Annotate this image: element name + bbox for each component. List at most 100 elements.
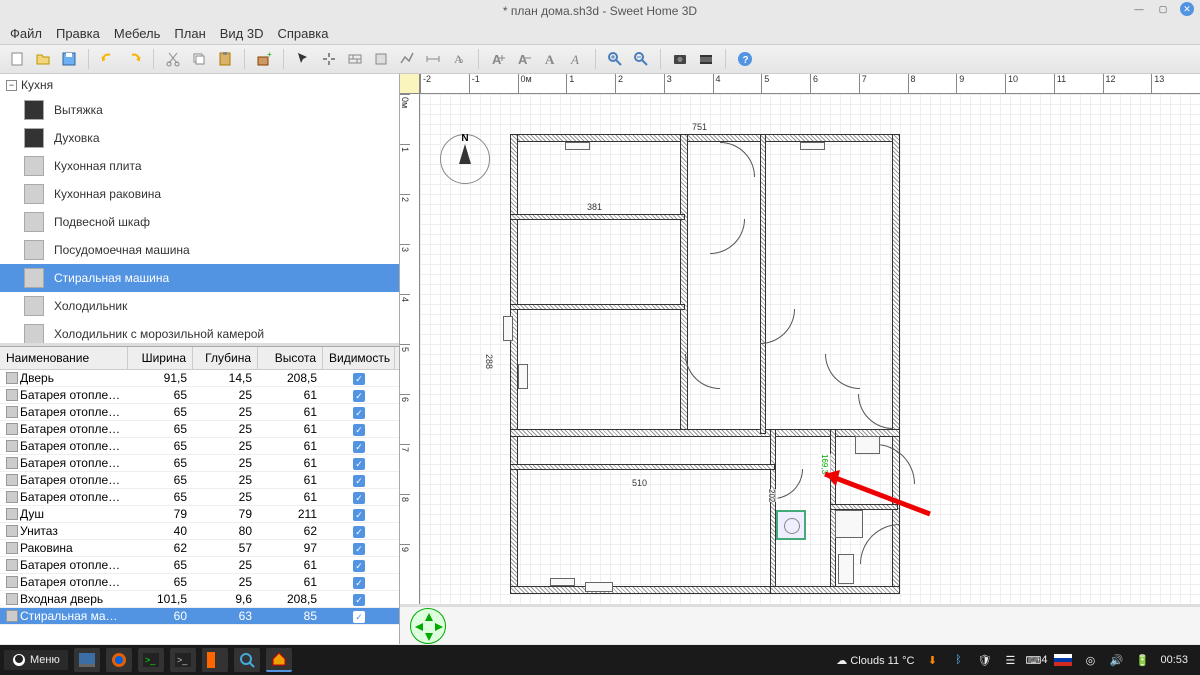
- bold-icon[interactable]: A: [539, 48, 561, 70]
- battery-icon[interactable]: 🔋: [1134, 652, 1150, 668]
- start-menu-button[interactable]: Меню: [4, 650, 68, 670]
- door[interactable]: [720, 142, 755, 177]
- wall[interactable]: [510, 464, 775, 470]
- create-wall-icon[interactable]: [344, 48, 366, 70]
- menu-3d-view[interactable]: Вид 3D: [214, 24, 270, 43]
- save-icon[interactable]: [58, 48, 80, 70]
- cell-visibility[interactable]: ✓: [323, 608, 395, 625]
- shield-icon[interactable]: 🛡: [976, 652, 992, 668]
- wall[interactable]: [510, 304, 685, 310]
- cell-visibility[interactable]: ✓: [323, 404, 395, 421]
- copy-icon[interactable]: [188, 48, 210, 70]
- cell-visibility[interactable]: ✓: [323, 489, 395, 506]
- table-row[interactable]: Батарея отопле…652561✓: [0, 387, 399, 404]
- help-icon[interactable]: ?: [734, 48, 756, 70]
- door[interactable]: [685, 354, 720, 389]
- catalog-item[interactable]: Холодильник: [0, 292, 399, 320]
- checkbox-icon[interactable]: ✓: [353, 458, 365, 470]
- open-icon[interactable]: [32, 48, 54, 70]
- keyboard-indicator[interactable]: ⌨ 4: [1028, 652, 1044, 668]
- radiator[interactable]: [565, 142, 590, 150]
- door[interactable]: [858, 394, 893, 429]
- table-row[interactable]: Входная дверь101,59,6208,5✓: [0, 591, 399, 608]
- cell-visibility[interactable]: ✓: [323, 591, 395, 608]
- catalog-item[interactable]: Духовка: [0, 124, 399, 152]
- table-row[interactable]: Батарея отопле…652561✓: [0, 421, 399, 438]
- window-minimize-button[interactable]: —: [1132, 2, 1146, 16]
- taskbar-app-desktop[interactable]: [74, 648, 100, 672]
- wall[interactable]: [760, 134, 766, 434]
- catalog-item[interactable]: Холодильник с морозильной камерой: [0, 320, 399, 346]
- wall[interactable]: [770, 586, 900, 594]
- zoom-in-icon[interactable]: [604, 48, 626, 70]
- table-row[interactable]: Раковина625797✓: [0, 540, 399, 557]
- checkbox-icon[interactable]: ✓: [353, 509, 365, 521]
- door[interactable]: [760, 309, 795, 344]
- toilet[interactable]: [838, 554, 854, 584]
- table-row[interactable]: Батарея отопле…652561✓: [0, 489, 399, 506]
- menu-file[interactable]: Файл: [4, 24, 48, 43]
- 3d-navigation-widget[interactable]: [410, 608, 446, 644]
- table-row[interactable]: Батарея отопле…652561✓: [0, 438, 399, 455]
- taskbar-app-files[interactable]: >_: [170, 648, 196, 672]
- col-height[interactable]: Высота: [258, 347, 323, 369]
- wall[interactable]: [770, 429, 776, 589]
- cell-visibility[interactable]: ✓: [323, 506, 395, 523]
- checkbox-icon[interactable]: ✓: [353, 441, 365, 453]
- col-visibility[interactable]: Видимость: [323, 347, 395, 369]
- plan-canvas[interactable]: 751 381 288 510 202 169,3: [420, 94, 1200, 604]
- new-icon[interactable]: [6, 48, 28, 70]
- decrease-text-icon[interactable]: A: [513, 48, 535, 70]
- undo-icon[interactable]: [97, 48, 119, 70]
- checkbox-icon[interactable]: ✓: [353, 526, 365, 538]
- furniture-list-panel[interactable]: Наименование Ширина Глубина Высота Видим…: [0, 346, 399, 644]
- door[interactable]: [825, 354, 860, 389]
- cell-visibility[interactable]: ✓: [323, 455, 395, 472]
- catalog-item[interactable]: Стиральная машина: [0, 264, 399, 292]
- radiator[interactable]: [800, 142, 825, 150]
- window-close-button[interactable]: ✕: [1180, 2, 1194, 16]
- wifi-icon[interactable]: ◎: [1082, 652, 1098, 668]
- radiator[interactable]: [518, 364, 528, 389]
- taskbar-app-sweethome3d[interactable]: [266, 648, 292, 672]
- table-row[interactable]: Батарея отопле…652561✓: [0, 455, 399, 472]
- compass-icon[interactable]: [440, 134, 490, 184]
- checkbox-icon[interactable]: ✓: [353, 560, 365, 572]
- cell-visibility[interactable]: ✓: [323, 421, 395, 438]
- checkbox-icon[interactable]: ✓: [353, 475, 365, 487]
- table-row[interactable]: Батарея отопле…652561✓: [0, 574, 399, 591]
- catalog-item[interactable]: Кухонная раковина: [0, 180, 399, 208]
- cell-visibility[interactable]: ✓: [323, 370, 395, 387]
- window-maximize-button[interactable]: ▢: [1156, 2, 1170, 16]
- paste-icon[interactable]: [214, 48, 236, 70]
- view-3d-panel[interactable]: [400, 604, 1200, 644]
- catalog-category-header[interactable]: − Кухня: [0, 74, 399, 96]
- create-polyline-icon[interactable]: [396, 48, 418, 70]
- create-room-icon[interactable]: [370, 48, 392, 70]
- furniture-catalog[interactable]: − Кухня ВытяжкаДуховкаКухонная плитаКухо…: [0, 74, 399, 346]
- create-photo-icon[interactable]: [669, 48, 691, 70]
- checkbox-icon[interactable]: ✓: [353, 611, 365, 623]
- radiator[interactable]: [585, 582, 613, 592]
- menu-edit[interactable]: Правка: [50, 24, 106, 43]
- table-row[interactable]: Батарея отопле…652561✓: [0, 472, 399, 489]
- wall[interactable]: [510, 134, 900, 142]
- cell-visibility[interactable]: ✓: [323, 472, 395, 489]
- menu-plan[interactable]: План: [168, 24, 211, 43]
- italic-icon[interactable]: A: [565, 48, 587, 70]
- bluetooth-icon[interactable]: ᛒ: [950, 652, 966, 668]
- col-name[interactable]: Наименование: [0, 347, 128, 369]
- redo-icon[interactable]: [123, 48, 145, 70]
- wall[interactable]: [680, 134, 688, 434]
- cell-visibility[interactable]: ✓: [323, 523, 395, 540]
- weather-widget[interactable]: ☁ Clouds 11 °C: [836, 654, 914, 667]
- catalog-item[interactable]: Вытяжка: [0, 96, 399, 124]
- menu-help[interactable]: Справка: [272, 24, 335, 43]
- table-row[interactable]: Батарея отопле…652561✓: [0, 557, 399, 574]
- checkbox-icon[interactable]: ✓: [353, 577, 365, 589]
- checkbox-icon[interactable]: ✓: [353, 594, 365, 606]
- washing-machine-object[interactable]: [776, 510, 806, 540]
- volume-icon[interactable]: 🔊: [1108, 652, 1124, 668]
- increase-text-icon[interactable]: A: [487, 48, 509, 70]
- create-text-icon[interactable]: Ab: [448, 48, 470, 70]
